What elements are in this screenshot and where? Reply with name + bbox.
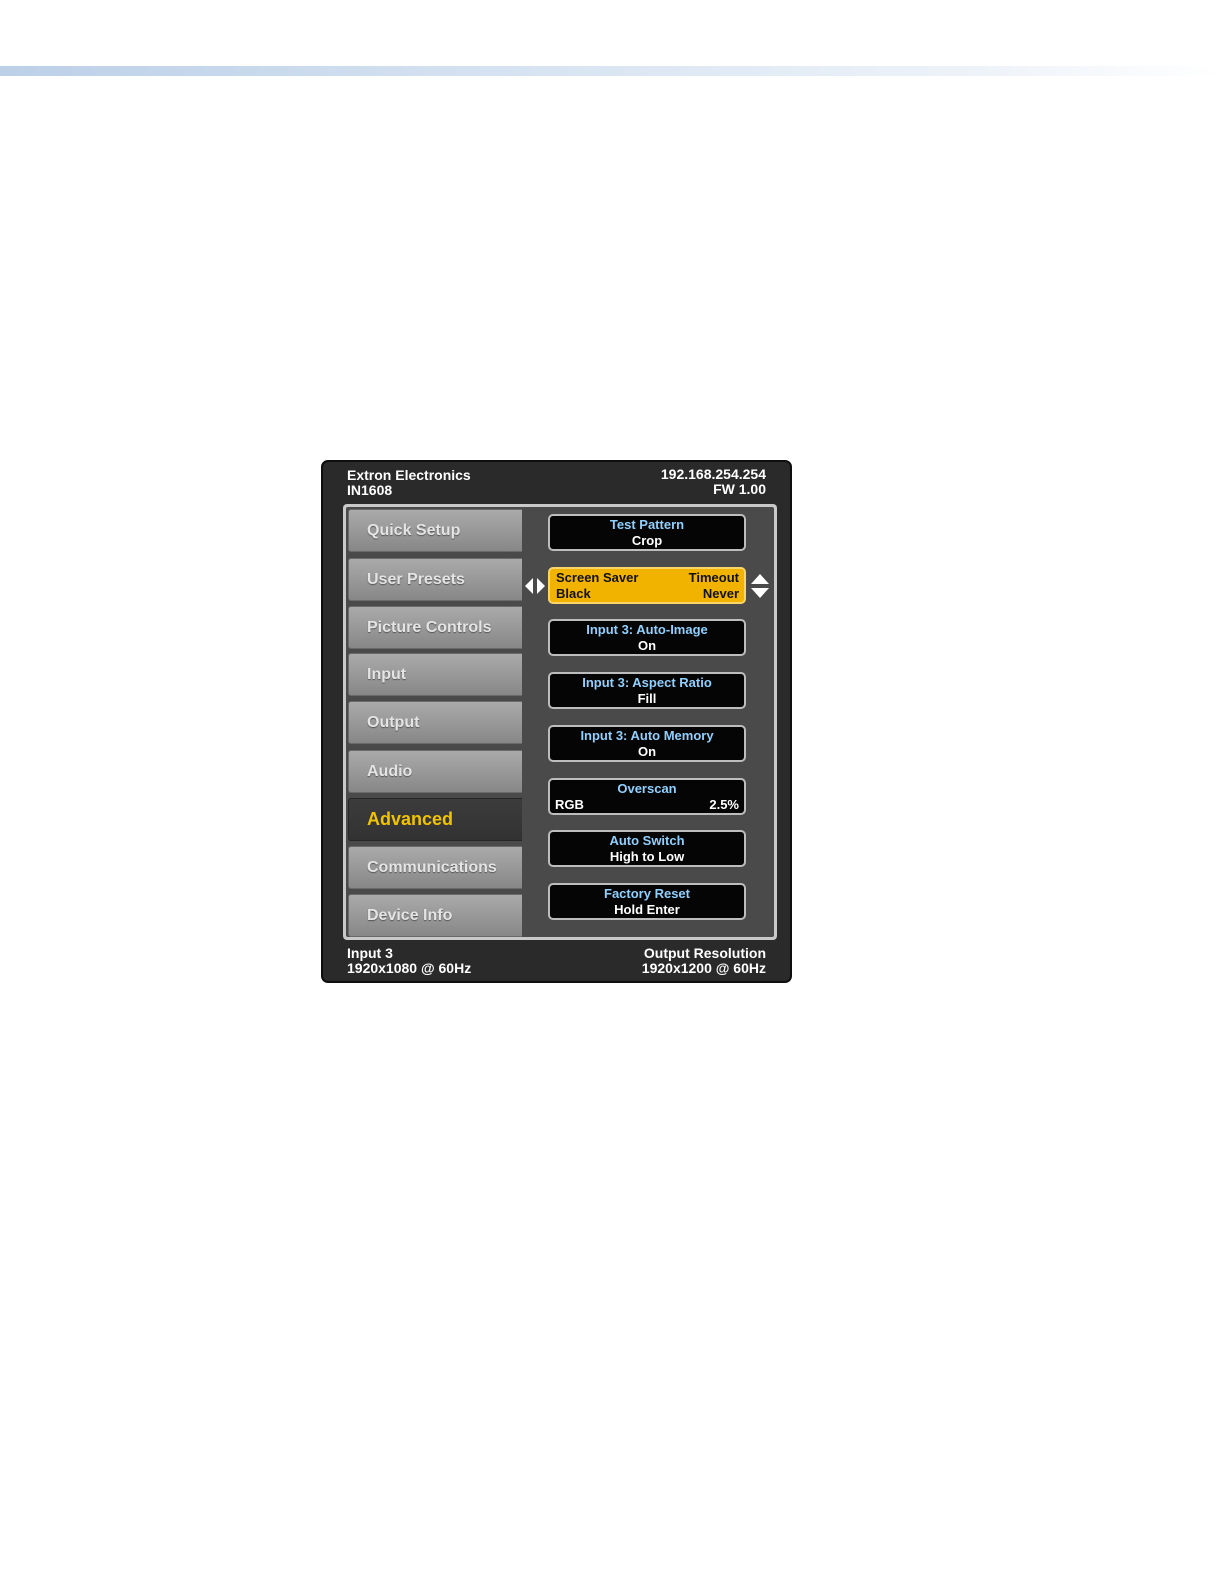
ip-address: 192.168.254.254 [660,466,766,482]
menu-item-quick-setup[interactable]: Quick Setup [348,509,522,552]
setting-label: Overscan [617,781,677,796]
left-right-arrows-icon [525,578,545,594]
setting-value: Fill [637,691,657,706]
setting-label-secondary: Timeout [688,570,739,585]
setting-value: On [637,638,657,653]
setting-value: On [637,744,657,759]
company-name: Extron Electronics [347,467,471,483]
setting-label: Test Pattern [609,517,685,532]
setting-factory-reset[interactable]: Factory Reset Hold Enter [548,883,746,920]
setting-label: Input 3: Auto Memory [580,728,714,743]
setting-auto-memory[interactable]: Input 3: Auto Memory On [548,725,746,762]
setting-label: Screen Saver [556,570,639,585]
header-network-info: 192.168.254.254 FW 1.00 [661,467,766,497]
setting-value: Hold Enter [614,902,680,917]
setting-overscan[interactable]: Overscan RGB 2.5% [548,778,746,815]
input-resolution: 1920x1080 @ 60Hz [347,960,472,976]
setting-label: Input 3: Auto-Image [586,622,708,637]
setting-label: Input 3: Aspect Ratio [582,675,712,690]
menu-item-output[interactable]: Output [348,701,522,744]
setting-value: High to Low [609,849,685,864]
up-down-arrows-icon [751,574,769,598]
page-header-band [0,66,1224,76]
output-resolution: 1920x1200 @ 60Hz [641,960,766,976]
menu-item-advanced[interactable]: Advanced [348,798,522,841]
setting-auto-switch[interactable]: Auto Switch High to Low [548,830,746,867]
setting-test-pattern[interactable]: Test Pattern Crop [548,514,746,551]
menu-panel-inner: Quick Setup User Presets Picture Control… [346,507,774,937]
setting-value-secondary: Never [702,586,739,601]
footer-input-info: Input 3 1920x1080 @ 60Hz [347,946,471,976]
menu-panel: Quick Setup User Presets Picture Control… [343,504,777,940]
input-name: Input 3 [347,945,393,961]
setting-screen-saver[interactable]: Screen Saver Timeout Black Never [548,567,746,604]
setting-value: RGB [555,797,584,812]
setting-value: Crop [631,533,663,548]
setting-value-secondary: 2.5% [709,797,739,812]
setting-label: Auto Switch [609,833,685,848]
setting-label: Factory Reset [604,886,690,901]
menu-item-user-presets[interactable]: User Presets [348,558,522,601]
output-label: Output Resolution [643,945,766,961]
menu-item-input[interactable]: Input [348,653,522,696]
menu-item-picture-controls[interactable]: Picture Controls [348,606,522,649]
setting-aspect-ratio[interactable]: Input 3: Aspect Ratio Fill [548,672,746,709]
menu-item-device-info[interactable]: Device Info [348,894,522,937]
footer-output-info: Output Resolution 1920x1200 @ 60Hz [642,946,766,976]
osd-menu-window: Extron Electronics IN1608 192.168.254.25… [321,460,792,983]
model-name: IN1608 [347,482,393,498]
setting-value: Black [556,586,591,601]
menu-item-audio[interactable]: Audio [348,750,522,793]
menu-item-communications[interactable]: Communications [348,846,522,889]
firmware-version: FW 1.00 [713,481,766,497]
header-device-info: Extron Electronics IN1608 [347,468,471,498]
setting-auto-image[interactable]: Input 3: Auto-Image On [548,619,746,656]
